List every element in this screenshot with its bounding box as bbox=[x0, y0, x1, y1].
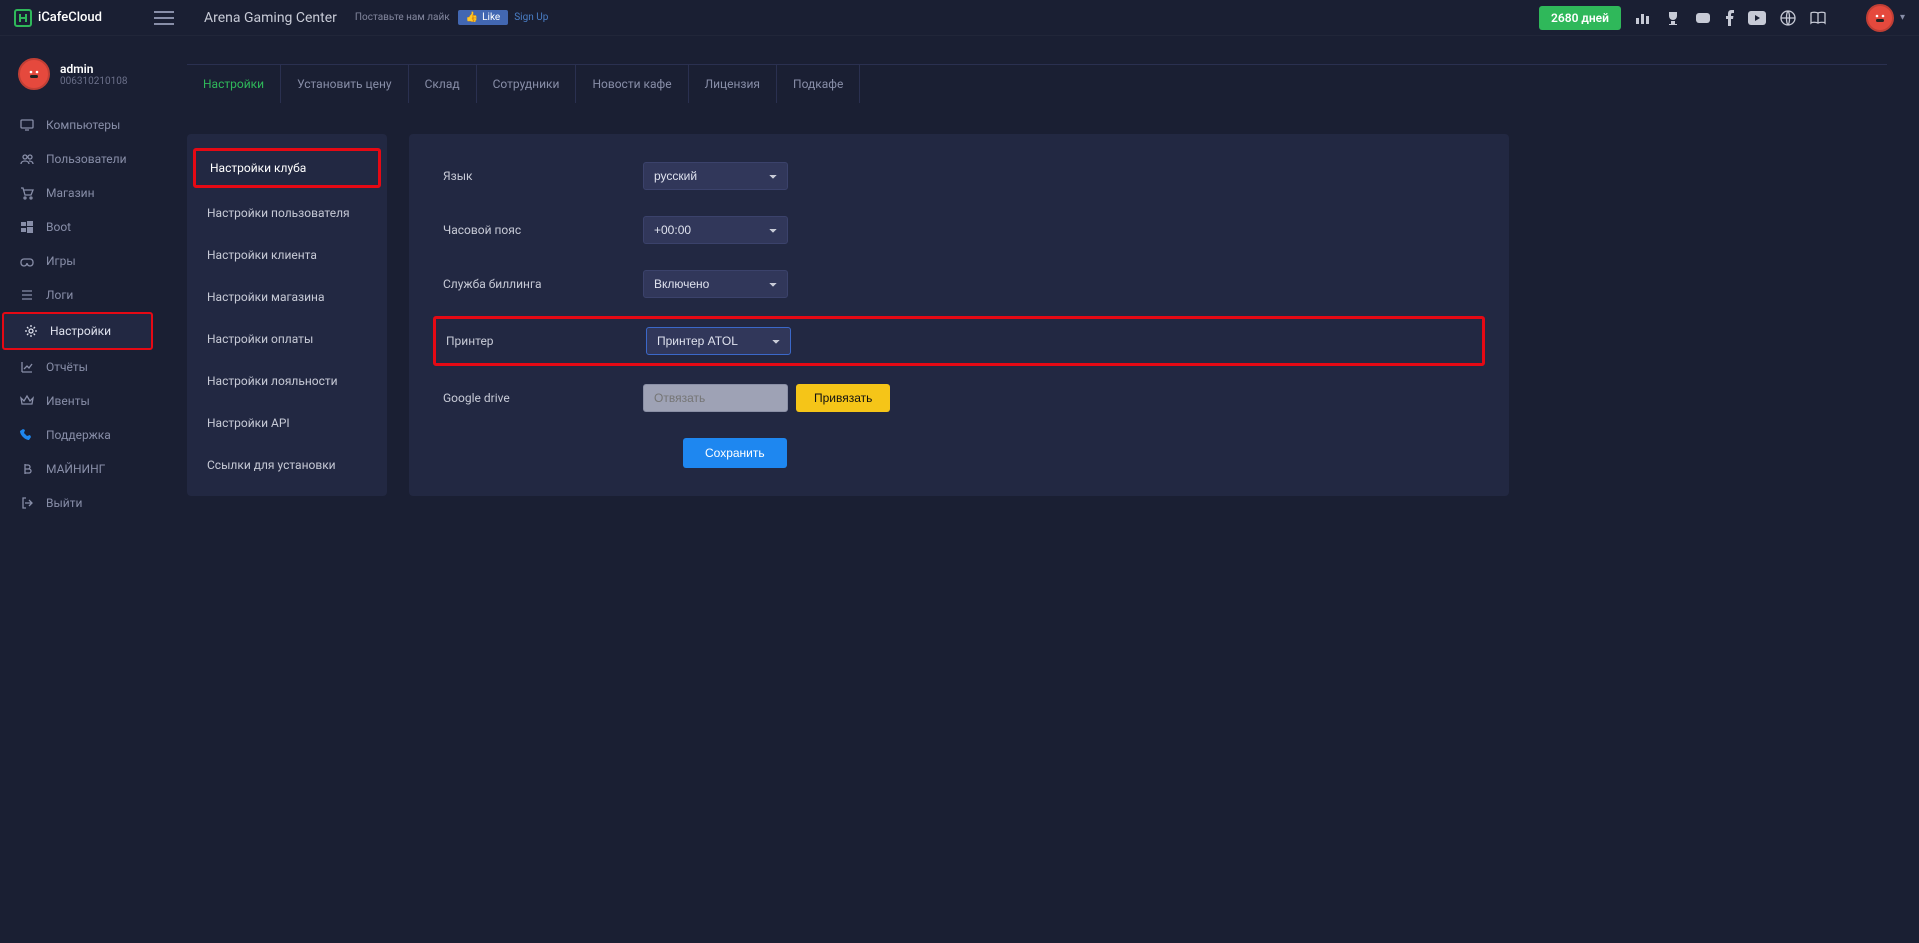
tab-license[interactable]: Лицензия bbox=[689, 65, 777, 103]
sub-item-links[interactable]: Ссылки для установки bbox=[187, 444, 387, 486]
ranking-icon[interactable] bbox=[1635, 10, 1651, 26]
sidebar-item-games[interactable]: Игры bbox=[0, 244, 155, 278]
billing-label: Служба биллинга bbox=[443, 277, 643, 291]
settings-panel: Язык русский Часовой пояс +00:00 Служба … bbox=[409, 134, 1509, 496]
sidebar-avatar bbox=[18, 58, 50, 90]
trophy-icon[interactable] bbox=[1665, 10, 1681, 26]
printer-label: Принтер bbox=[446, 334, 646, 348]
center-name: Arena Gaming Center bbox=[204, 10, 337, 26]
like-us-label: Поставьте нам лайк bbox=[355, 12, 450, 23]
tab-subcafe[interactable]: Подкафе bbox=[777, 65, 860, 103]
user-menu[interactable]: ▾ bbox=[1866, 4, 1905, 32]
sub-item-loyalty[interactable]: Настройки лояльности bbox=[187, 360, 387, 402]
tab-stock[interactable]: Склад bbox=[409, 65, 477, 103]
windows-icon bbox=[20, 220, 34, 234]
chart-icon bbox=[20, 360, 34, 374]
sub-item-api[interactable]: Настройки API bbox=[187, 402, 387, 444]
sidebar-item-reports[interactable]: Отчёты bbox=[0, 350, 155, 384]
logo-icon bbox=[14, 9, 32, 27]
users-icon bbox=[20, 152, 34, 166]
sidebar-item-support[interactable]: Поддержка bbox=[0, 418, 155, 452]
book-icon[interactable] bbox=[1810, 11, 1826, 25]
list-icon bbox=[20, 288, 34, 302]
avatar bbox=[1866, 4, 1894, 32]
sub-item-shop[interactable]: Настройки магазина bbox=[187, 276, 387, 318]
topbar: iCafeCloud Arena Gaming Center Поставьте… bbox=[0, 0, 1919, 36]
sidebar-item-events[interactable]: Ивенты bbox=[0, 384, 155, 418]
youtube-icon[interactable] bbox=[1748, 11, 1766, 25]
menu-toggle-icon[interactable] bbox=[154, 11, 174, 25]
discord-icon[interactable] bbox=[1695, 10, 1711, 26]
sub-item-club[interactable]: Настройки клуба bbox=[193, 148, 381, 188]
sidebar-user: admin 006310210108 bbox=[0, 58, 155, 108]
sidebar: admin 006310210108 Компьютеры Пользовате… bbox=[0, 36, 155, 943]
printer-select[interactable]: Принтер ATOL bbox=[646, 327, 791, 355]
tab-staff[interactable]: Сотрудники bbox=[477, 65, 577, 103]
tab-settings[interactable]: Настройки bbox=[187, 65, 281, 103]
gamepad-icon bbox=[20, 254, 34, 268]
language-select[interactable]: русский bbox=[643, 162, 788, 190]
save-button[interactable]: Сохранить bbox=[683, 438, 787, 468]
facebook-signup-link[interactable]: Sign Up bbox=[514, 12, 548, 23]
sub-item-payment[interactable]: Настройки оплаты bbox=[187, 318, 387, 360]
sidebar-item-settings[interactable]: Настройки bbox=[2, 312, 153, 350]
crown-icon bbox=[20, 394, 34, 408]
tabs: Настройки Установить цену Склад Сотрудни… bbox=[187, 65, 1887, 104]
monitor-icon bbox=[20, 118, 34, 132]
language-label: Язык bbox=[443, 169, 643, 183]
billing-select[interactable]: Включено bbox=[643, 270, 788, 298]
globe-icon[interactable] bbox=[1780, 10, 1796, 26]
sidebar-item-users[interactable]: Пользователи bbox=[0, 142, 155, 176]
sidebar-item-logout[interactable]: Выйти bbox=[0, 486, 155, 520]
sidebar-item-shop[interactable]: Магазин bbox=[0, 176, 155, 210]
phone-icon bbox=[20, 428, 34, 442]
tab-set-price[interactable]: Установить цену bbox=[281, 65, 409, 103]
logo-text: iCafeCloud bbox=[38, 10, 102, 25]
gdrive-label: Google drive bbox=[443, 391, 643, 405]
bitcoin-icon bbox=[20, 462, 34, 476]
sidebar-item-logs[interactable]: Логи bbox=[0, 278, 155, 312]
logo[interactable]: iCafeCloud bbox=[14, 9, 154, 27]
cart-icon bbox=[20, 186, 34, 200]
gdrive-bind-button[interactable]: Привязать bbox=[796, 384, 890, 412]
days-badge[interactable]: 2680 дней bbox=[1539, 6, 1621, 30]
timezone-select[interactable]: +00:00 bbox=[643, 216, 788, 244]
timezone-label: Часовой пояс bbox=[443, 223, 643, 237]
chevron-down-icon: ▾ bbox=[1900, 12, 1905, 23]
settings-sub-sidebar: Настройки клуба Настройки пользователя Н… bbox=[187, 134, 387, 496]
facebook-like-button[interactable]: 👍 Like bbox=[458, 10, 509, 25]
sidebar-item-computers[interactable]: Компьютеры bbox=[0, 108, 155, 142]
sidebar-user-name: admin bbox=[60, 62, 127, 76]
sidebar-item-boot[interactable]: Boot bbox=[0, 210, 155, 244]
tab-news[interactable]: Новости кафе bbox=[576, 65, 688, 103]
gear-icon bbox=[24, 324, 38, 338]
top-icon-bar bbox=[1635, 10, 1826, 26]
logout-icon bbox=[20, 496, 34, 510]
sidebar-item-mining[interactable]: МАЙНИНГ bbox=[0, 452, 155, 486]
sidebar-user-id: 006310210108 bbox=[60, 76, 127, 87]
main-content: Настройки Установить цену Склад Сотрудни… bbox=[155, 36, 1919, 943]
sub-item-client[interactable]: Настройки клиента bbox=[187, 234, 387, 276]
gdrive-input[interactable] bbox=[643, 384, 788, 412]
facebook-icon[interactable] bbox=[1725, 10, 1734, 26]
sub-item-user[interactable]: Настройки пользователя bbox=[187, 192, 387, 234]
